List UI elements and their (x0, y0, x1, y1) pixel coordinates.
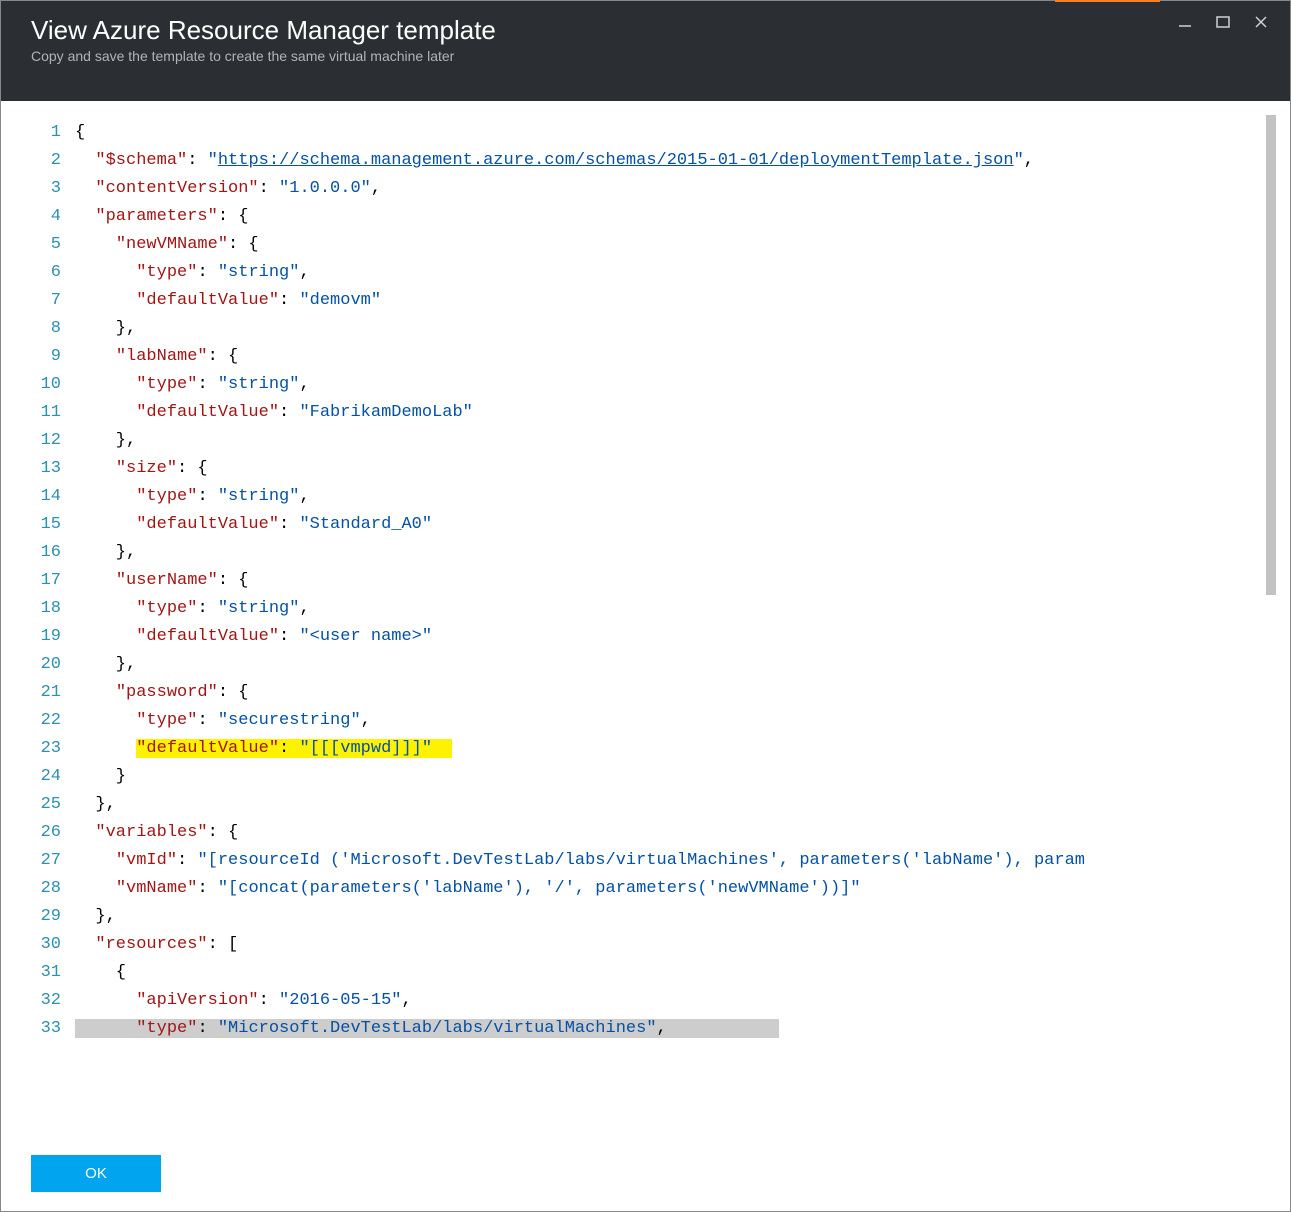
code-line[interactable]: "resources": [ (75, 931, 1276, 959)
window-controls (1176, 13, 1270, 31)
line-number: 23 (15, 735, 61, 763)
code-line[interactable]: "type": "string", (75, 483, 1276, 511)
code-line[interactable]: }, (75, 315, 1276, 343)
code-line[interactable]: "newVMName": { (75, 231, 1276, 259)
code-line[interactable]: "type": "securestring", (75, 707, 1276, 735)
line-number: 21 (15, 679, 61, 707)
code-line[interactable]: "type": "string", (75, 595, 1276, 623)
line-number: 18 (15, 595, 61, 623)
close-icon[interactable] (1252, 13, 1270, 31)
line-number: 28 (15, 875, 61, 903)
dialog-footer: OK (1, 1055, 1290, 1192)
code-line[interactable]: "apiVersion": "2016-05-15", (75, 987, 1276, 1015)
line-number: 22 (15, 707, 61, 735)
code-line[interactable]: "defaultValue": "demovm" (75, 287, 1276, 315)
line-number: 2 (15, 147, 61, 175)
ok-button[interactable]: OK (31, 1155, 161, 1192)
line-number: 31 (15, 959, 61, 987)
maximize-icon[interactable] (1214, 13, 1232, 31)
code-line[interactable]: "vmId": "[resourceId ('Microsoft.DevTest… (75, 847, 1276, 875)
code-line[interactable]: "defaultValue": "<user name>" (75, 623, 1276, 651)
line-number: 30 (15, 931, 61, 959)
line-number: 10 (15, 371, 61, 399)
line-number: 19 (15, 623, 61, 651)
code-line[interactable]: "defaultValue": "[[[vmpwd]]]" (75, 735, 1276, 763)
line-number: 11 (15, 399, 61, 427)
code-line[interactable]: "userName": { (75, 567, 1276, 595)
line-number: 27 (15, 847, 61, 875)
line-number: 8 (15, 315, 61, 343)
dialog-header: View Azure Resource Manager template Cop… (1, 1, 1290, 101)
line-number: 6 (15, 259, 61, 287)
line-number: 32 (15, 987, 61, 1015)
line-number: 17 (15, 567, 61, 595)
code-line[interactable]: "parameters": { (75, 203, 1276, 231)
code-line[interactable]: } (75, 763, 1276, 791)
code-line[interactable]: "$schema": "https://schema.management.az… (75, 147, 1276, 175)
code-line[interactable]: "vmName": "[concat(parameters('labName')… (75, 875, 1276, 903)
line-number: 13 (15, 455, 61, 483)
minimize-icon[interactable] (1176, 13, 1194, 31)
code-line[interactable]: "password": { (75, 679, 1276, 707)
dialog-title: View Azure Resource Manager template (31, 15, 1260, 46)
code-line[interactable]: { (75, 119, 1276, 147)
code-line[interactable]: { (75, 959, 1276, 987)
line-number: 16 (15, 539, 61, 567)
line-number: 7 (15, 287, 61, 315)
scrollbar-thumb[interactable] (1266, 115, 1276, 595)
line-number: 9 (15, 343, 61, 371)
code-line[interactable]: "labName": { (75, 343, 1276, 371)
code-line[interactable]: "contentVersion": "1.0.0.0", (75, 175, 1276, 203)
code-line[interactable]: "variables": { (75, 819, 1276, 847)
line-number: 26 (15, 819, 61, 847)
dialog-subtitle: Copy and save the template to create the… (31, 48, 1260, 64)
header-accent (1055, 0, 1160, 2)
code-line[interactable]: }, (75, 791, 1276, 819)
line-number: 1 (15, 119, 61, 147)
code-line[interactable]: "type": "Microsoft.DevTestLab/labs/virtu… (75, 1015, 1276, 1043)
line-number-gutter: 1234567891011121314151617181920212223242… (15, 115, 75, 1055)
code-content[interactable]: { "$schema": "https://schema.management.… (75, 115, 1276, 1055)
code-line[interactable]: }, (75, 651, 1276, 679)
line-number: 5 (15, 231, 61, 259)
line-number: 12 (15, 427, 61, 455)
code-line[interactable]: }, (75, 539, 1276, 567)
code-line[interactable]: "type": "string", (75, 259, 1276, 287)
code-line[interactable]: }, (75, 427, 1276, 455)
line-number: 20 (15, 651, 61, 679)
line-number: 4 (15, 203, 61, 231)
line-number: 29 (15, 903, 61, 931)
line-number: 25 (15, 791, 61, 819)
code-line[interactable]: }, (75, 903, 1276, 931)
line-number: 15 (15, 511, 61, 539)
code-editor[interactable]: 1234567891011121314151617181920212223242… (15, 115, 1276, 1055)
line-number: 3 (15, 175, 61, 203)
line-number: 14 (15, 483, 61, 511)
vertical-scrollbar[interactable] (1266, 115, 1276, 1055)
line-number: 24 (15, 763, 61, 791)
line-number: 33 (15, 1015, 61, 1043)
code-line[interactable]: "defaultValue": "FabrikamDemoLab" (75, 399, 1276, 427)
code-line[interactable]: "type": "string", (75, 371, 1276, 399)
code-line[interactable]: "defaultValue": "Standard_A0" (75, 511, 1276, 539)
code-line[interactable]: "size": { (75, 455, 1276, 483)
